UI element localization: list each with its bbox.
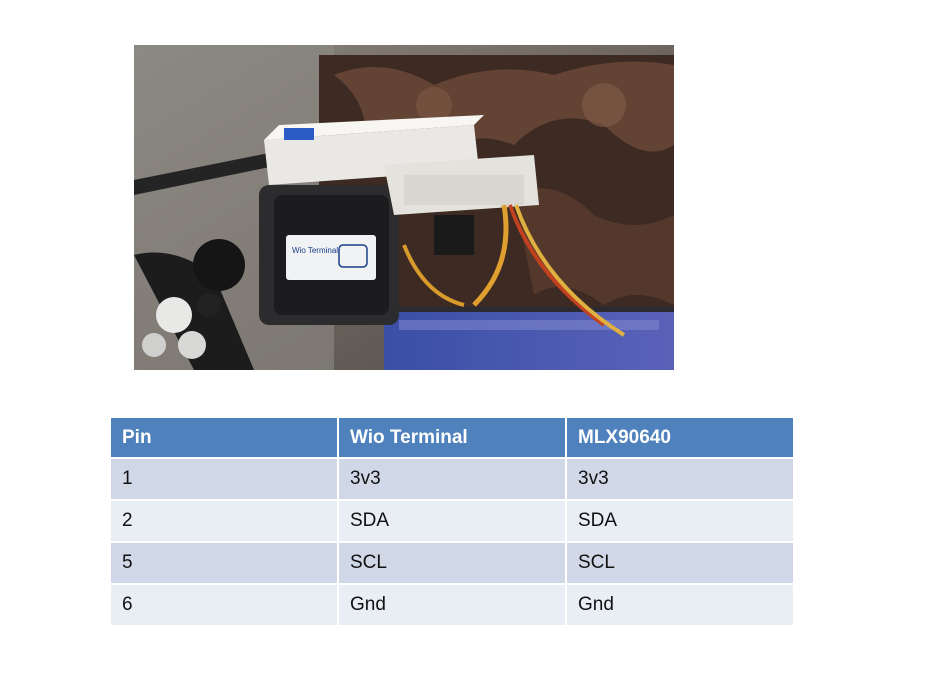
cell-wio-terminal: 3v3 [339, 457, 565, 499]
table-row: 1 3v3 3v3 [111, 457, 793, 499]
cell-pin: 6 [111, 583, 337, 625]
cell-wio-terminal: SDA [339, 499, 565, 541]
cell-pin: 1 [111, 457, 337, 499]
device-photo: Wio Terminal [134, 45, 674, 370]
device-photo-illustration: Wio Terminal [134, 45, 674, 370]
pin-mapping-table: Pin Wio Terminal MLX90640 1 3v3 3v3 2 SD… [109, 418, 795, 625]
table-header-row: Pin Wio Terminal MLX90640 [111, 418, 793, 457]
cell-pin: 5 [111, 541, 337, 583]
header-pin: Pin [111, 418, 337, 457]
table-row: 2 SDA SDA [111, 499, 793, 541]
cell-mlx90640: Gnd [567, 583, 793, 625]
cell-mlx90640: 3v3 [567, 457, 793, 499]
cell-wio-terminal: Gnd [339, 583, 565, 625]
cell-wio-terminal: SCL [339, 541, 565, 583]
table-row: 5 SCL SCL [111, 541, 793, 583]
cell-mlx90640: SDA [567, 499, 793, 541]
table-row: 6 Gnd Gnd [111, 583, 793, 625]
header-mlx90640: MLX90640 [567, 418, 793, 457]
cell-mlx90640: SCL [567, 541, 793, 583]
cell-pin: 2 [111, 499, 337, 541]
header-wio-terminal: Wio Terminal [339, 418, 565, 457]
device-label: Wio Terminal [292, 246, 338, 255]
